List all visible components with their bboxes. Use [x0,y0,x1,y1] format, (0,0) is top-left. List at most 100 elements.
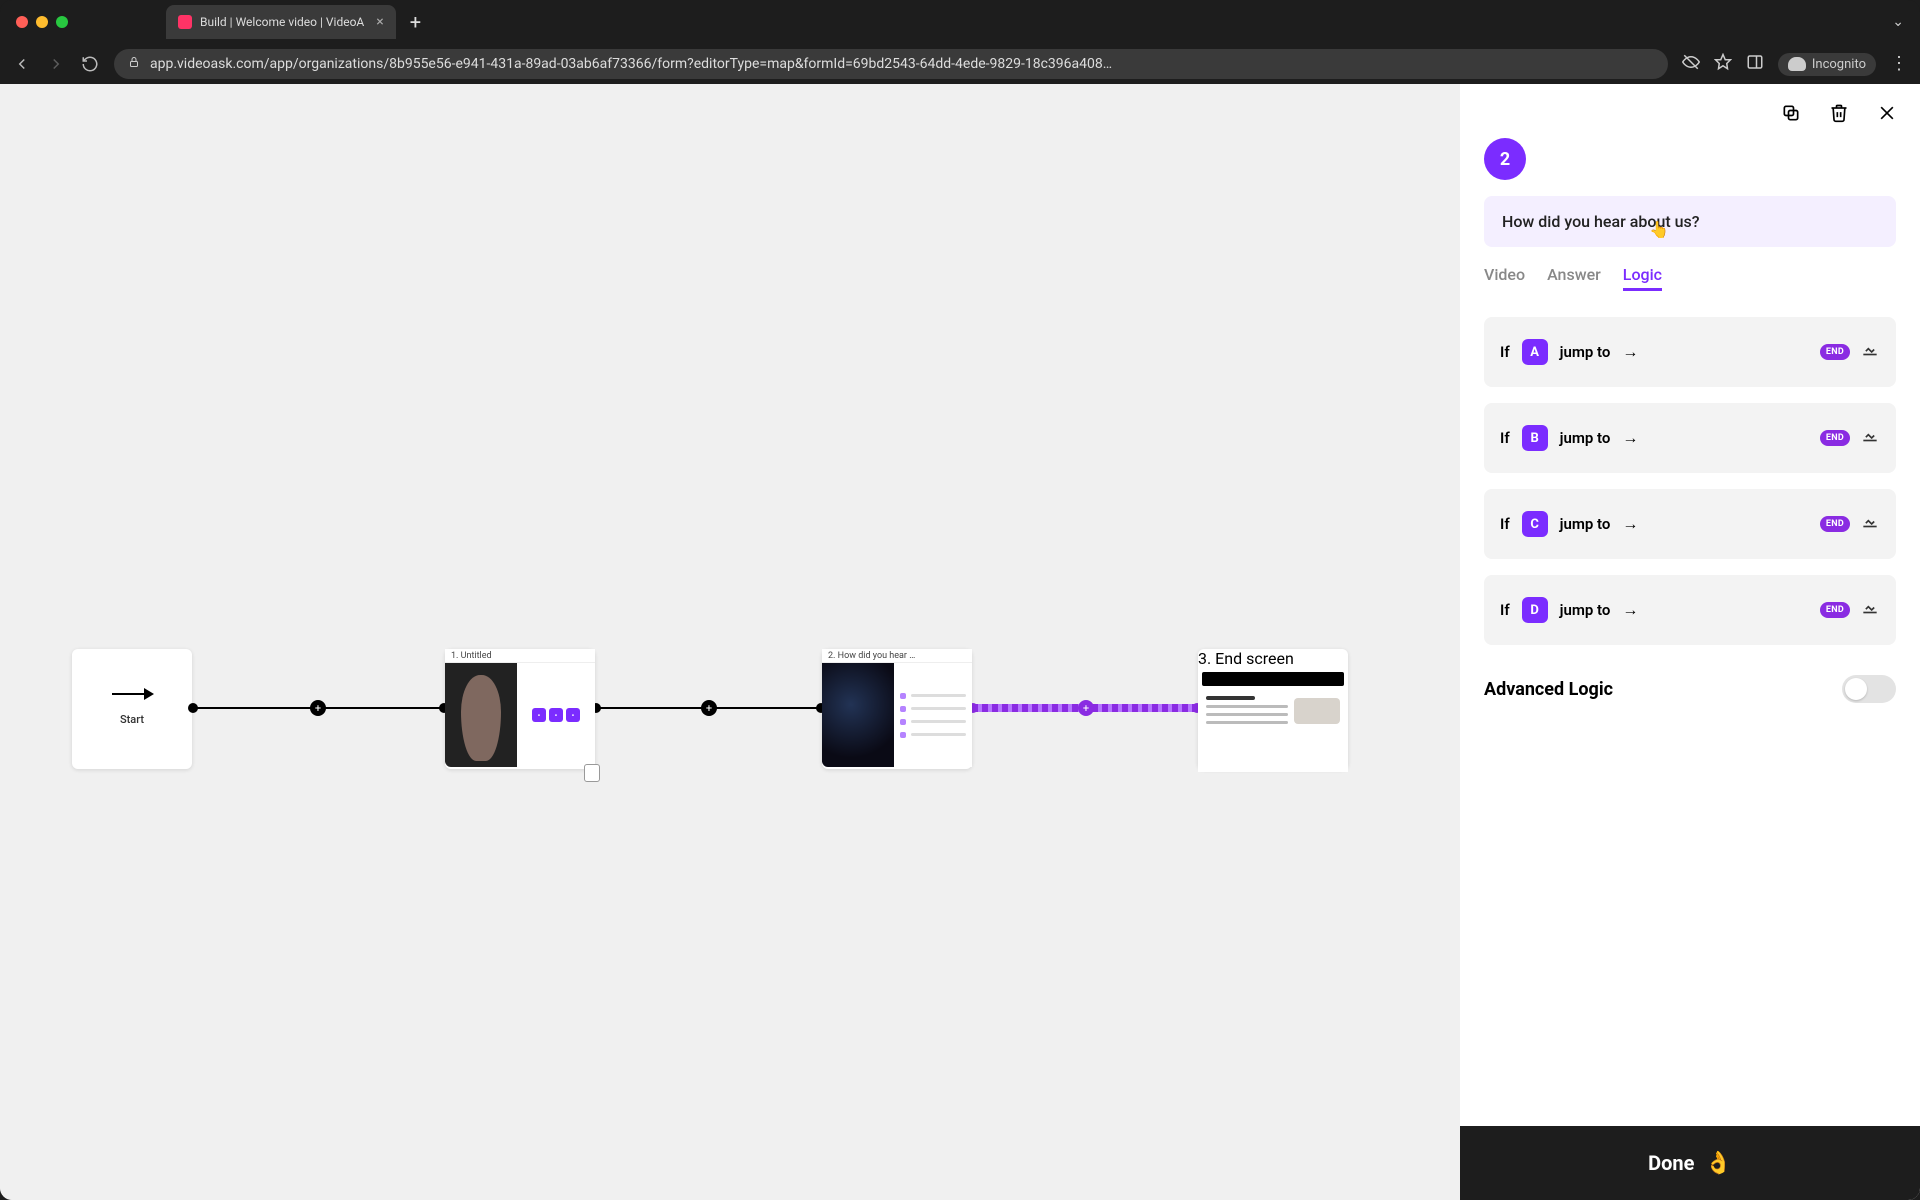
option-letter-badge: C [1522,511,1548,537]
video-thumbnail [445,663,517,767]
video-thumbnail [822,663,894,767]
question-text[interactable]: How did you hear about us? [1484,196,1896,247]
close-panel-button[interactable] [1876,102,1898,124]
advanced-logic-label: Advanced Logic [1484,679,1613,700]
step-number: 2 [1500,149,1510,170]
option-letter-badge: B [1522,425,1548,451]
step-node-1[interactable]: 1. Untitled • • • [445,649,595,769]
end-cta-preview [1294,698,1340,724]
if-label: If [1500,515,1510,533]
end-badge: END [1820,430,1850,446]
panel-icon[interactable] [1746,53,1764,75]
choice-pills: • • • [532,708,580,722]
incognito-label: Incognito [1812,57,1866,72]
arrow-right-icon: → [1622,342,1638,362]
logic-rule[interactable]: If A jump to → END [1484,317,1896,387]
done-button[interactable]: Done 👌 [1460,1126,1920,1200]
jump-label: jump to [1560,429,1611,447]
edge-start-to-1: + [192,707,445,709]
favicon-icon [178,15,192,29]
pill-icon: • [532,708,546,722]
arrow-right-icon: → [1622,600,1638,620]
option-letter-badge: D [1522,597,1548,623]
add-step-button[interactable]: + [1078,700,1094,716]
step-body: • • • [445,663,595,767]
anchor-icon[interactable] [584,764,600,782]
end-badge: END [1820,344,1850,360]
browser-tab-active[interactable]: Build | Welcome video | VideoA × [166,5,396,39]
if-label: If [1500,601,1510,619]
logic-rules: If A jump to → END If B jump to → [1484,317,1896,645]
end-badge: END [1820,602,1850,618]
answer-options-preview [900,693,966,738]
wave-icon[interactable] [1860,514,1880,534]
step-panel [894,663,972,767]
maximize-window-icon[interactable] [56,16,68,28]
end-header-bar [1202,672,1344,686]
wave-icon[interactable] [1860,342,1880,362]
lock-icon [128,56,140,72]
traffic-lights [16,16,68,28]
logic-rule[interactable]: If D jump to → END [1484,575,1896,645]
step-node-2[interactable]: 2. How did you hear … [822,649,972,769]
browser-tabs: Build | Welcome video | VideoA × + [166,0,421,44]
eye-off-icon[interactable] [1682,53,1700,75]
tab-close-icon[interactable]: × [376,14,383,30]
minimize-window-icon[interactable] [36,16,48,28]
start-arrow-icon [112,693,152,695]
wave-icon[interactable] [1860,428,1880,448]
address-bar: app.videoask.com/app/organizations/8b955… [0,44,1920,84]
jump-label: jump to [1560,601,1611,619]
if-label: If [1500,429,1510,447]
add-step-button[interactable]: + [701,700,717,716]
star-icon[interactable] [1714,53,1732,75]
url-field[interactable]: app.videoask.com/app/organizations/8b955… [114,49,1668,79]
advanced-logic-toggle[interactable] [1842,675,1896,703]
duplicate-button[interactable] [1780,102,1802,124]
done-label: Done [1648,1151,1694,1175]
option-letter-badge: A [1522,339,1548,365]
add-step-button[interactable]: + [310,700,326,716]
forward-button[interactable] [46,54,66,74]
if-label: If [1500,343,1510,361]
step-panel: • • • [517,663,595,767]
panel-tabs: Video Answer Logic [1484,265,1896,291]
close-window-icon[interactable] [16,16,28,28]
tab-video[interactable]: Video [1484,265,1525,291]
end-node[interactable]: 3. End screen [1198,649,1348,769]
logic-rule[interactable]: If B jump to → END [1484,403,1896,473]
end-text-lines [1206,696,1288,724]
ok-hand-icon: 👌 [1704,1151,1731,1176]
map-canvas[interactable]: Start + + + 1. Untitled [0,84,1460,1200]
incognito-badge[interactable]: Incognito [1778,53,1876,76]
logic-rule[interactable]: If C jump to → END [1484,489,1896,559]
wave-icon[interactable] [1860,600,1880,620]
step-title: 2. How did you hear … [822,649,972,663]
start-node[interactable]: Start [72,649,192,769]
app-body: Start + + + 1. Untitled [0,84,1920,1200]
jump-label: jump to [1560,343,1611,361]
delete-button[interactable] [1828,102,1850,124]
end-badge: END [1820,516,1850,532]
titlebar: Build | Welcome video | VideoA × + ⌄ [0,0,1920,44]
tab-logic[interactable]: Logic [1623,265,1662,291]
step-number-badge: 2 [1484,138,1526,180]
cursor-icon [1649,220,1667,238]
addrbar-right: Incognito ⋮ [1682,53,1908,76]
url-text: app.videoask.com/app/organizations/8b955… [150,56,1112,72]
chevron-down-icon[interactable]: ⌄ [1892,14,1904,30]
start-label: Start [120,713,144,726]
end-body [1198,668,1348,772]
step-title: 3. End screen [1198,649,1348,668]
new-tab-button[interactable]: + [410,10,421,34]
tab-answer[interactable]: Answer [1547,265,1601,291]
tab-title: Build | Welcome video | VideoA [200,15,364,29]
edge-1-to-2: + [595,707,822,709]
browser-window: Build | Welcome video | VideoA × + ⌄ app… [0,0,1920,1200]
edge-2-to-end: + [972,704,1198,712]
step-body [822,663,972,767]
pill-icon: • [549,708,563,722]
edge-dot-icon [188,703,198,713]
back-button[interactable] [12,54,32,74]
reload-button[interactable] [80,54,100,74]
